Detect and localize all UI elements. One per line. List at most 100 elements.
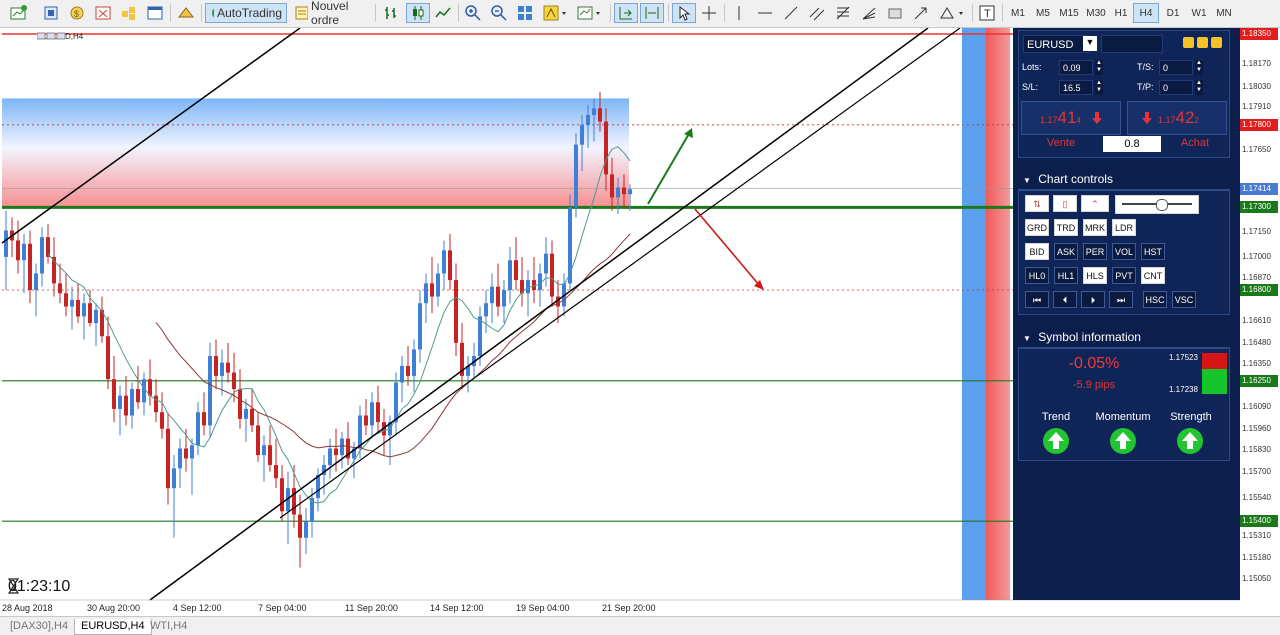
trendline-icon[interactable]: [780, 3, 802, 23]
cursor-icon[interactable]: [672, 3, 696, 23]
candle-body: [262, 445, 266, 456]
collapse-icon[interactable]: ▼: [1023, 176, 1031, 185]
navigator-icon[interactable]: [118, 3, 140, 23]
candle-body: [70, 299, 74, 307]
zoom-slider[interactable]: [1115, 195, 1199, 214]
price-tick: 1.16800: [1240, 283, 1278, 296]
timeframe-mn[interactable]: MN: [1211, 3, 1237, 23]
copy-icon[interactable]: [1197, 37, 1208, 48]
data-window-icon[interactable]: [92, 3, 114, 23]
tile-windows-icon[interactable]: [514, 3, 536, 23]
channel-icon[interactable]: [806, 3, 828, 23]
symbol-info-header[interactable]: ▼ Symbol information: [1018, 327, 1230, 348]
candle-body: [484, 303, 488, 317]
sl-spinner-icon[interactable]: ▲ ▼: [1095, 80, 1103, 95]
new-chart-icon[interactable]: [6, 3, 32, 23]
ts-input[interactable]: 0: [1159, 60, 1193, 75]
timeframe-m15[interactable]: M15: [1056, 3, 1082, 23]
price-axis[interactable]: 1.18350 1.18030 1.18170 1.17910 1.17800 1.176…: [1240, 28, 1280, 616]
control-pvt-button[interactable]: PVT: [1112, 267, 1136, 284]
symbol-select[interactable]: EURUSD: [1023, 35, 1089, 53]
timeframe-h4[interactable]: H4: [1133, 3, 1159, 23]
control-vsc-button[interactable]: VSC: [1172, 291, 1196, 308]
fibonacci-icon[interactable]: [832, 3, 854, 23]
control-hsc-button[interactable]: HSC: [1143, 291, 1167, 308]
control-hst-button[interactable]: HST: [1141, 243, 1165, 260]
control-per-button[interactable]: PER: [1083, 243, 1107, 260]
timeframe-d1[interactable]: D1: [1160, 3, 1186, 23]
chart-tab[interactable]: EURUSD,H4: [74, 619, 152, 635]
zoom-out-icon[interactable]: [488, 3, 510, 23]
buy-price-prefix: 1.17: [1158, 115, 1176, 125]
symbol-info-box: -0.05% -5.9 pips 1.17523 1.17238 Trend M…: [1018, 348, 1230, 461]
line-chart-icon[interactable]: [432, 3, 454, 23]
shapes-icon[interactable]: [936, 3, 968, 23]
buy-price-big: 42: [1175, 108, 1195, 127]
bar-chart-icon[interactable]: [380, 3, 402, 23]
indicators-icon[interactable]: [540, 3, 570, 23]
horizontal-line-icon[interactable]: [754, 3, 776, 23]
timeframe-m30[interactable]: M30: [1083, 3, 1109, 23]
profiles-icon[interactable]: [40, 3, 62, 23]
chart-shift-icon[interactable]: [614, 3, 638, 23]
settings-icon[interactable]: [1183, 37, 1194, 48]
control-ask-button[interactable]: ASK: [1054, 243, 1078, 260]
add-icon[interactable]: [1211, 37, 1222, 48]
strategy-tester-icon[interactable]: [174, 3, 198, 23]
candle-body: [370, 402, 374, 426]
control-hl1-button[interactable]: HL1: [1054, 267, 1078, 284]
lots-spinner-icon[interactable]: ▲ ▼: [1095, 60, 1103, 75]
vertical-line-icon[interactable]: [728, 3, 750, 23]
candle-body: [178, 448, 182, 469]
symbol-dropdown-icon[interactable]: ▼: [1083, 36, 1097, 51]
control-ldr-button[interactable]: LDR: [1112, 219, 1136, 236]
fibo-fan-icon[interactable]: [858, 3, 880, 23]
control-vol-button[interactable]: VOL: [1112, 243, 1136, 260]
lots-input[interactable]: 0.09: [1059, 60, 1093, 75]
candle-body: [496, 286, 500, 307]
bar-mode-icon[interactable]: ⇅: [1025, 195, 1049, 212]
text-tool-icon[interactable]: T: [976, 3, 998, 23]
candlestick-icon[interactable]: [406, 3, 430, 23]
line-mode-icon[interactable]: ⌃: [1081, 195, 1109, 212]
sl-input[interactable]: 16.5: [1059, 80, 1093, 95]
last-bar-icon[interactable]: ⏭: [1109, 291, 1133, 308]
auto-scroll-icon[interactable]: [640, 3, 664, 23]
collapse-icon-2[interactable]: ▼: [1023, 334, 1031, 343]
rectangle-icon[interactable]: [884, 3, 906, 23]
buy-button[interactable]: 1.17422: [1127, 101, 1227, 135]
control-hls-button[interactable]: HLS: [1083, 267, 1107, 284]
timeframe-w1[interactable]: W1: [1186, 3, 1212, 23]
change-percent: -0.05%: [1068, 355, 1120, 372]
control-trd-button[interactable]: TRD: [1054, 219, 1078, 236]
templates-icon[interactable]: [574, 3, 604, 23]
new-order-button[interactable]: Nouvel ordre: [290, 0, 372, 27]
timeframe-m5[interactable]: M5: [1030, 3, 1056, 23]
symbol-extra-field[interactable]: [1101, 35, 1163, 53]
market-watch-icon[interactable]: $: [66, 3, 88, 23]
control-mrk-button[interactable]: MRK: [1083, 219, 1107, 236]
control-cnt-button[interactable]: CNT: [1141, 267, 1165, 284]
control-hl0-button[interactable]: HL0: [1025, 267, 1049, 284]
tp-input[interactable]: 0: [1159, 80, 1193, 95]
timeframe-m1[interactable]: M1: [1005, 3, 1031, 23]
terminal-icon[interactable]: [144, 3, 166, 23]
sell-button[interactable]: 1.17414: [1021, 101, 1121, 135]
candle-body: [16, 240, 20, 261]
crosshair-icon[interactable]: [698, 3, 720, 23]
prev-bar-icon[interactable]: ⏴: [1053, 291, 1077, 308]
ts-spinner-icon[interactable]: ▲ ▼: [1195, 60, 1203, 75]
tp-spinner-icon[interactable]: ▲ ▼: [1195, 80, 1203, 95]
first-bar-icon[interactable]: ⏮: [1025, 291, 1049, 308]
chart-controls-header[interactable]: ▼ Chart controls: [1018, 169, 1230, 190]
chart-tab[interactable]: WTI,H4: [144, 619, 193, 634]
autotrading-button[interactable]: AutoTrading: [205, 3, 287, 23]
zoom-in-icon[interactable]: [462, 3, 484, 23]
control-bid-button[interactable]: BID: [1025, 243, 1049, 260]
candle-mode-icon[interactable]: ▯: [1053, 195, 1077, 212]
control-grd-button[interactable]: GRD: [1025, 219, 1049, 236]
next-bar-icon[interactable]: ⏵: [1081, 291, 1105, 308]
timeframe-h1[interactable]: H1: [1108, 3, 1134, 23]
arrow-tool-icon[interactable]: [910, 3, 932, 23]
chart-tab[interactable]: [DAX30],H4: [4, 619, 74, 634]
